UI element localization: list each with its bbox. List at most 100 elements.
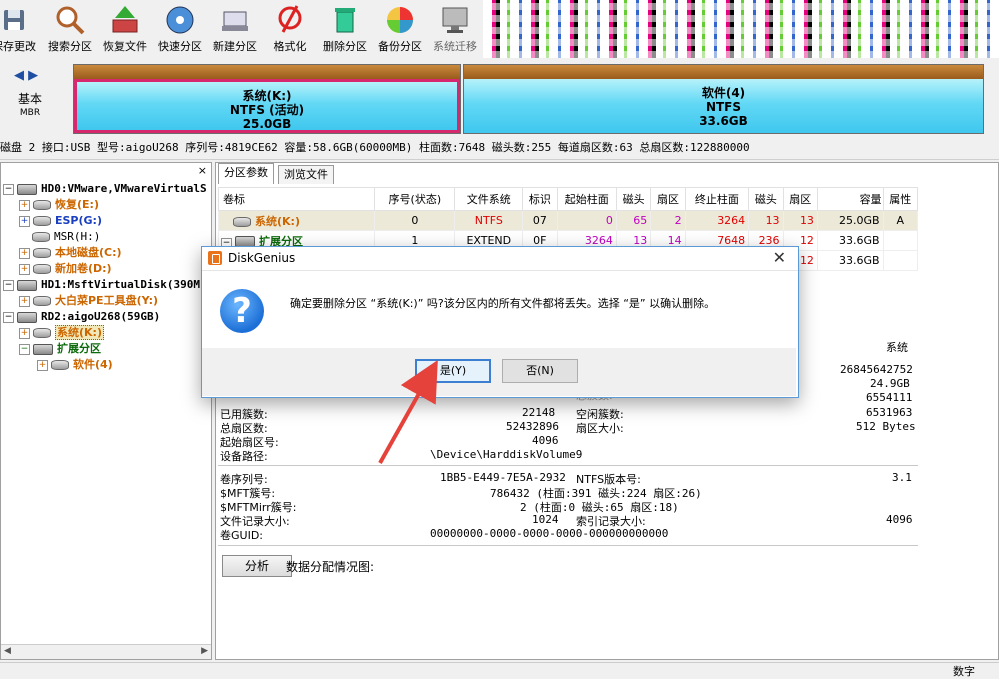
search-icon [54, 4, 86, 36]
tree-node-msr[interactable]: MSR(H:) [32, 229, 100, 245]
col-capacity[interactable]: 容量 [816, 187, 884, 211]
table-header-row: 卷标 序号(状态) 文件系统 标识 起始柱面 磁头 扇区 终止柱面 磁头 扇区 … [217, 187, 919, 211]
col-start-sector[interactable]: 扇区 [650, 187, 686, 211]
tab-partition-params[interactable]: 分区参数 [218, 163, 274, 184]
tree-horizontal-scrollbar[interactable]: ◀ ▶ [1, 644, 211, 659]
tree-node-esp[interactable]: + ESP(G:) [19, 213, 102, 229]
backup-partition-button[interactable]: 备份分区 [372, 2, 428, 58]
col-end-cylinder[interactable]: 终止柱面 [684, 187, 750, 211]
disk-icon [17, 311, 37, 323]
tree-node-hd1[interactable]: − HD1:MsftVirtualDisk(390M [3, 277, 200, 293]
recover-file-icon [109, 4, 141, 36]
format-button[interactable]: 格式化 [262, 2, 318, 58]
status-bar: 数字 [0, 662, 999, 678]
recover-file-button[interactable]: 恢复文件 [97, 2, 153, 58]
device-path: \Device\HarddiskVolume9 [430, 448, 583, 461]
disk-nav-arrows[interactable]: ◀ ▶ [14, 68, 38, 83]
tree-node-recovery[interactable]: + 恢复(E:) [19, 197, 99, 213]
disk-tree: × − HD0:VMware,VMwareVirtualS + 恢复(E:) + ES… [0, 162, 212, 660]
total-clusters: 6554111 [866, 391, 913, 404]
col-volume-label[interactable]: 卷标 [217, 187, 376, 211]
col-end-sector[interactable]: 扇区 [782, 187, 818, 211]
yes-button[interactable]: 是(Y) [415, 359, 491, 383]
no-button[interactable]: 否(N) [502, 359, 578, 383]
total-sectors: 52432896 [506, 420, 559, 433]
system-migration-button[interactable]: 系统迁移 [427, 2, 483, 58]
save-icon [0, 4, 30, 36]
dialog-footer: 是(Y) 否(N) [202, 348, 796, 396]
tree-node-new-d[interactable]: + 新加卷(D:) [19, 261, 112, 277]
col-start-head[interactable]: 磁头 [615, 187, 652, 211]
col-end-head[interactable]: 磁头 [748, 187, 784, 211]
tree-node-extended[interactable]: − 扩展分区 [19, 341, 101, 357]
total-size: 24.9GB [870, 377, 910, 390]
partition-block-software[interactable]: 软件(4) NTFS 33.6GB [463, 64, 984, 134]
sector-size: 512 Bytes [856, 420, 916, 433]
partition-name: 软件(4) [701, 86, 746, 100]
partition-icon [32, 232, 50, 242]
extended-partition-icon [33, 343, 53, 355]
disk-type: 基本 MBR [17, 92, 42, 118]
tree-node-rd2[interactable]: − RD2:aigoU268(59GB) [3, 309, 160, 325]
scroll-left-icon[interactable]: ◀ [4, 646, 11, 656]
app-icon [208, 251, 222, 265]
col-attribute[interactable]: 属性 [882, 187, 919, 211]
tree-node-hd0[interactable]: − HD0:VMware,VMwareVirtualS [3, 181, 207, 197]
distribution-label: 数据分配情况图: [286, 560, 375, 574]
save-button[interactable]: 保存更改 [0, 2, 42, 58]
disk-icon [17, 183, 37, 195]
partition-size: 25.0GB [242, 117, 292, 131]
partition-size: 33.6GB [699, 114, 748, 128]
device-path-label: 设备路径: [220, 450, 268, 463]
status-numlock: 数字 [953, 665, 975, 678]
delete-partition-icon [329, 4, 361, 36]
partition-icon [233, 216, 251, 227]
disk-info-line: 磁盘 2 接口:USB 型号:aigoU268 序列号:4819CE62 容量:… [0, 138, 999, 160]
advertisement-banner[interactable] [483, 0, 999, 58]
toolbar: 保存更改 搜索分区 恢复文件 快速分区 新建分区 格式化 删除分区 [0, 0, 999, 61]
close-icon[interactable]: ✕ [773, 248, 786, 267]
new-partition-button[interactable]: 新建分区 [207, 2, 263, 58]
search-partition-button[interactable]: 搜索分区 [42, 2, 98, 58]
quick-partition-button[interactable]: 快速分区 [152, 2, 208, 58]
analyze-button[interactable]: 分析 [222, 555, 292, 577]
tree-node-pe-y[interactable]: + 大白菜PE工具盘(Y:) [19, 293, 158, 309]
sector-size-label: 扇区大小: [576, 422, 624, 435]
col-start-cylinder[interactable]: 起始柱面 [556, 187, 617, 211]
tab-browse-files[interactable]: 浏览文件 [278, 165, 334, 184]
volume-name: 系统 [886, 341, 908, 354]
col-filesystem[interactable]: 文件系统 [454, 187, 524, 211]
table-row[interactable]: 系统(K:) 0 NTFS 07 0 65 2 3264 13 13 25.0G… [217, 210, 919, 231]
disk-icon [17, 279, 37, 291]
col-id[interactable]: 标识 [522, 187, 558, 211]
tree-node-software[interactable]: + 软件(4) [37, 357, 113, 373]
disk-map: ◀ ▶ 基本 MBR 系统(K:) NTFS (活动) 25.0GB 软件(4)… [0, 60, 999, 138]
quick-partition-icon [164, 4, 196, 36]
partition-block-system[interactable]: 系统(K:) NTFS (活动) 25.0GB [73, 64, 461, 134]
scroll-right-icon[interactable]: ▶ [201, 646, 208, 656]
partition-details-panel: 分区参数 浏览文件 卷标 序号(状态) 文件系统 标识 起始柱面 磁头 扇区 终… [215, 162, 999, 660]
partition-icon [51, 360, 69, 370]
delete-partition-button[interactable]: 删除分区 [317, 2, 373, 58]
format-icon [274, 4, 306, 36]
tree-node-system-k[interactable]: + 系统(K:) [19, 325, 104, 341]
tree-node-local-c[interactable]: + 本地磁盘(C:) [19, 245, 122, 261]
partition-name: 系统(K:) [242, 89, 292, 103]
volume-guid: 00000000-0000-0000-0000-000000000000 [430, 527, 669, 540]
used-clusters: 22148 [522, 406, 556, 419]
dialog-titlebar[interactable]: DiskGenius ✕ [202, 247, 798, 271]
volume-guid-label: 卷GUID: [220, 529, 263, 542]
confirm-delete-dialog: DiskGenius ✕ ? 确定要删除分区 “系统(K:)” 吗?该分区内的所… [201, 246, 799, 398]
question-icon: ? [220, 289, 264, 333]
free-clusters: 6531963 [866, 406, 913, 419]
start-sector: 4096 [532, 434, 559, 447]
system-migration-icon [439, 4, 471, 36]
close-icon[interactable]: × [198, 164, 207, 177]
serial: 1BB5-E449-7E5A-2932 [440, 471, 566, 484]
backup-partition-icon [384, 4, 416, 36]
total-bytes: 26845642752 [840, 363, 913, 376]
ntfs-version: 3.1 [892, 471, 912, 484]
dialog-body: ? 确定要删除分区 “系统(K:)” 吗?该分区内的所有文件都将丢失。选择 “是… [202, 271, 796, 348]
partition-icon [33, 296, 51, 306]
col-index-status[interactable]: 序号(状态) [374, 187, 456, 211]
